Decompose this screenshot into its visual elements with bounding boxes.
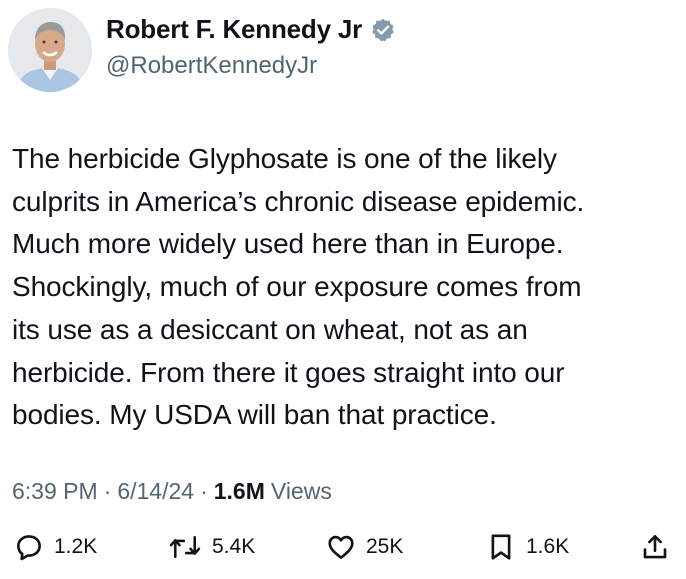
reply-count: 1.2K — [54, 535, 98, 558]
reply-button[interactable]: 1.2K — [14, 532, 97, 562]
avatar[interactable] — [8, 8, 92, 92]
meta-separator: · — [103, 478, 112, 504]
repost-count: 5.4K — [212, 535, 256, 558]
repost-icon — [169, 536, 201, 558]
bookmark-count: 1.6K — [526, 535, 570, 558]
share-icon — [643, 535, 667, 559]
author-display-name[interactable]: Robert F. Kennedy Jr — [106, 14, 362, 45]
share-button[interactable] — [640, 532, 670, 562]
author-handle[interactable]: @RobertKennedyJr — [106, 52, 317, 80]
repost-button[interactable]: 5.4K — [168, 532, 255, 562]
views-count[interactable]: 1.6M — [214, 478, 265, 505]
like-count: 25K — [366, 535, 404, 558]
avatar-image — [8, 8, 92, 92]
meta-separator: · — [200, 478, 208, 504]
heart-icon — [328, 535, 354, 559]
tweet-meta: 6:39 PM · 6/14/24 · 1.6M Views — [12, 478, 332, 505]
tweet: Robert F. Kennedy Jr @RobertKennedyJr Th… — [0, 0, 686, 579]
bookmark-icon — [491, 534, 511, 560]
tweet-date[interactable]: 6/14/24 — [117, 478, 194, 505]
reply-icon — [17, 535, 41, 561]
views-label[interactable]: Views — [271, 478, 332, 505]
tweet-time[interactable]: 6:39 PM — [12, 478, 98, 505]
author-name-row: Robert F. Kennedy Jr — [106, 14, 396, 45]
action-bar: 1.2K 5.4K 25K 1.6K — [0, 532, 686, 572]
bookmark-button[interactable]: 1.6K — [486, 532, 569, 562]
like-button[interactable]: 25K — [326, 532, 403, 562]
tweet-text: The herbicide Glyphosate is one of the l… — [12, 143, 585, 431]
verified-badge-icon[interactable] — [370, 17, 396, 43]
